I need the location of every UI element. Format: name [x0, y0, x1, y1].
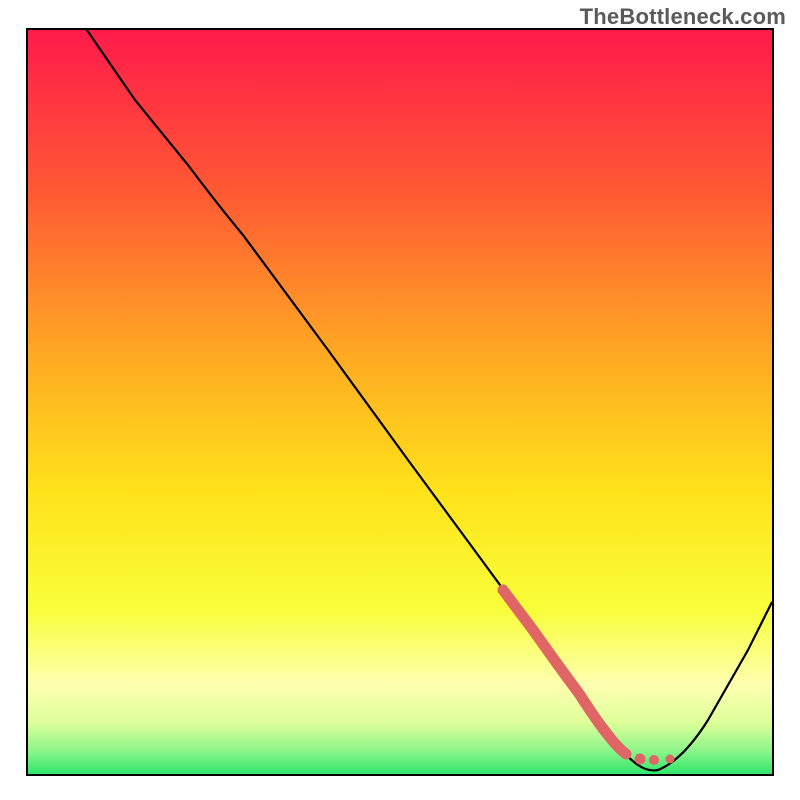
bottleneck-curve: [28, 30, 772, 774]
accent-dot: [635, 754, 646, 765]
accent-dot: [649, 755, 659, 765]
plot-area: [26, 28, 774, 776]
curve-path: [80, 30, 772, 770]
accent-dot: [666, 755, 675, 764]
watermark-text: TheBottleneck.com: [580, 4, 786, 30]
accent-segment: [503, 590, 626, 754]
chart-container: TheBottleneck.com: [0, 0, 800, 800]
